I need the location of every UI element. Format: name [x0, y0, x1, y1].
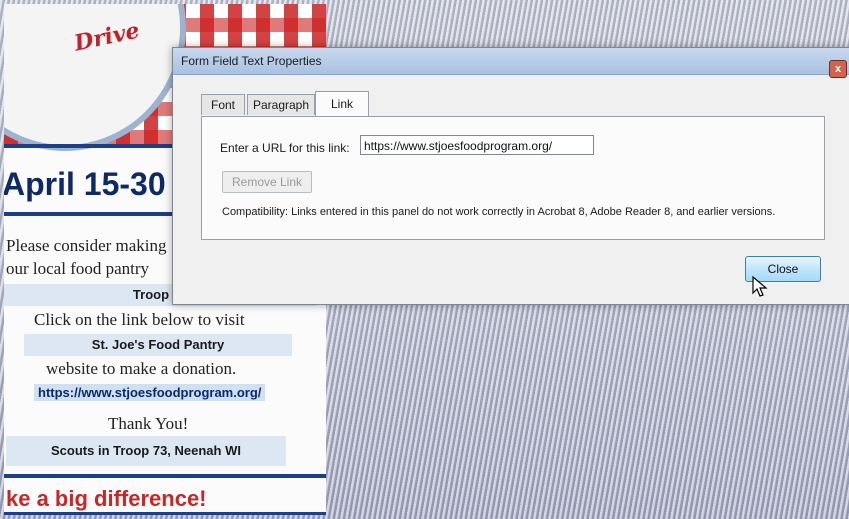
dialog-title-bar[interactable]: Form Field Text Properties x	[173, 48, 849, 78]
donation-link[interactable]: https://www.stjoesfoodprogram.org/	[34, 384, 266, 401]
divider	[4, 512, 326, 515]
pantry-box: St. Joe's Food Pantry	[24, 334, 292, 356]
mouse-pointer-icon	[752, 276, 768, 297]
link-panel: Enter a URL for this link: https://www.s…	[201, 116, 825, 240]
document-line: website to make a donation.	[46, 359, 237, 378]
tab-paragraph[interactable]: Paragraph	[247, 94, 315, 115]
document-line: Thank You!	[108, 414, 189, 433]
tab-link[interactable]: Link	[315, 91, 369, 116]
document-line: Click on the link below to visit	[34, 310, 245, 329]
close-icon[interactable]: x	[829, 60, 847, 78]
url-label: Enter a URL for this link:	[220, 141, 350, 155]
divider	[4, 474, 326, 478]
document-heading: April 15-30	[4, 166, 166, 202]
remove-link-button[interactable]: Remove Link	[222, 171, 312, 193]
bottom-banner-text: ke a big difference!	[6, 486, 207, 511]
document-line: Please consider making	[6, 236, 167, 255]
document-line: our local food pantry	[6, 259, 150, 278]
dialog-title: Form Field Text Properties	[181, 54, 322, 68]
compatibility-note: Compatibility: Links entered in this pan…	[222, 206, 776, 218]
scouts-box: Scouts in Troop 73, Neenah WI	[6, 436, 286, 466]
tab-font[interactable]: Font	[201, 94, 245, 115]
form-field-properties-dialog: Form Field Text Properties x Font Paragr…	[172, 47, 849, 305]
url-input[interactable]: https://www.stjoesfoodprogram.org/	[360, 135, 594, 155]
